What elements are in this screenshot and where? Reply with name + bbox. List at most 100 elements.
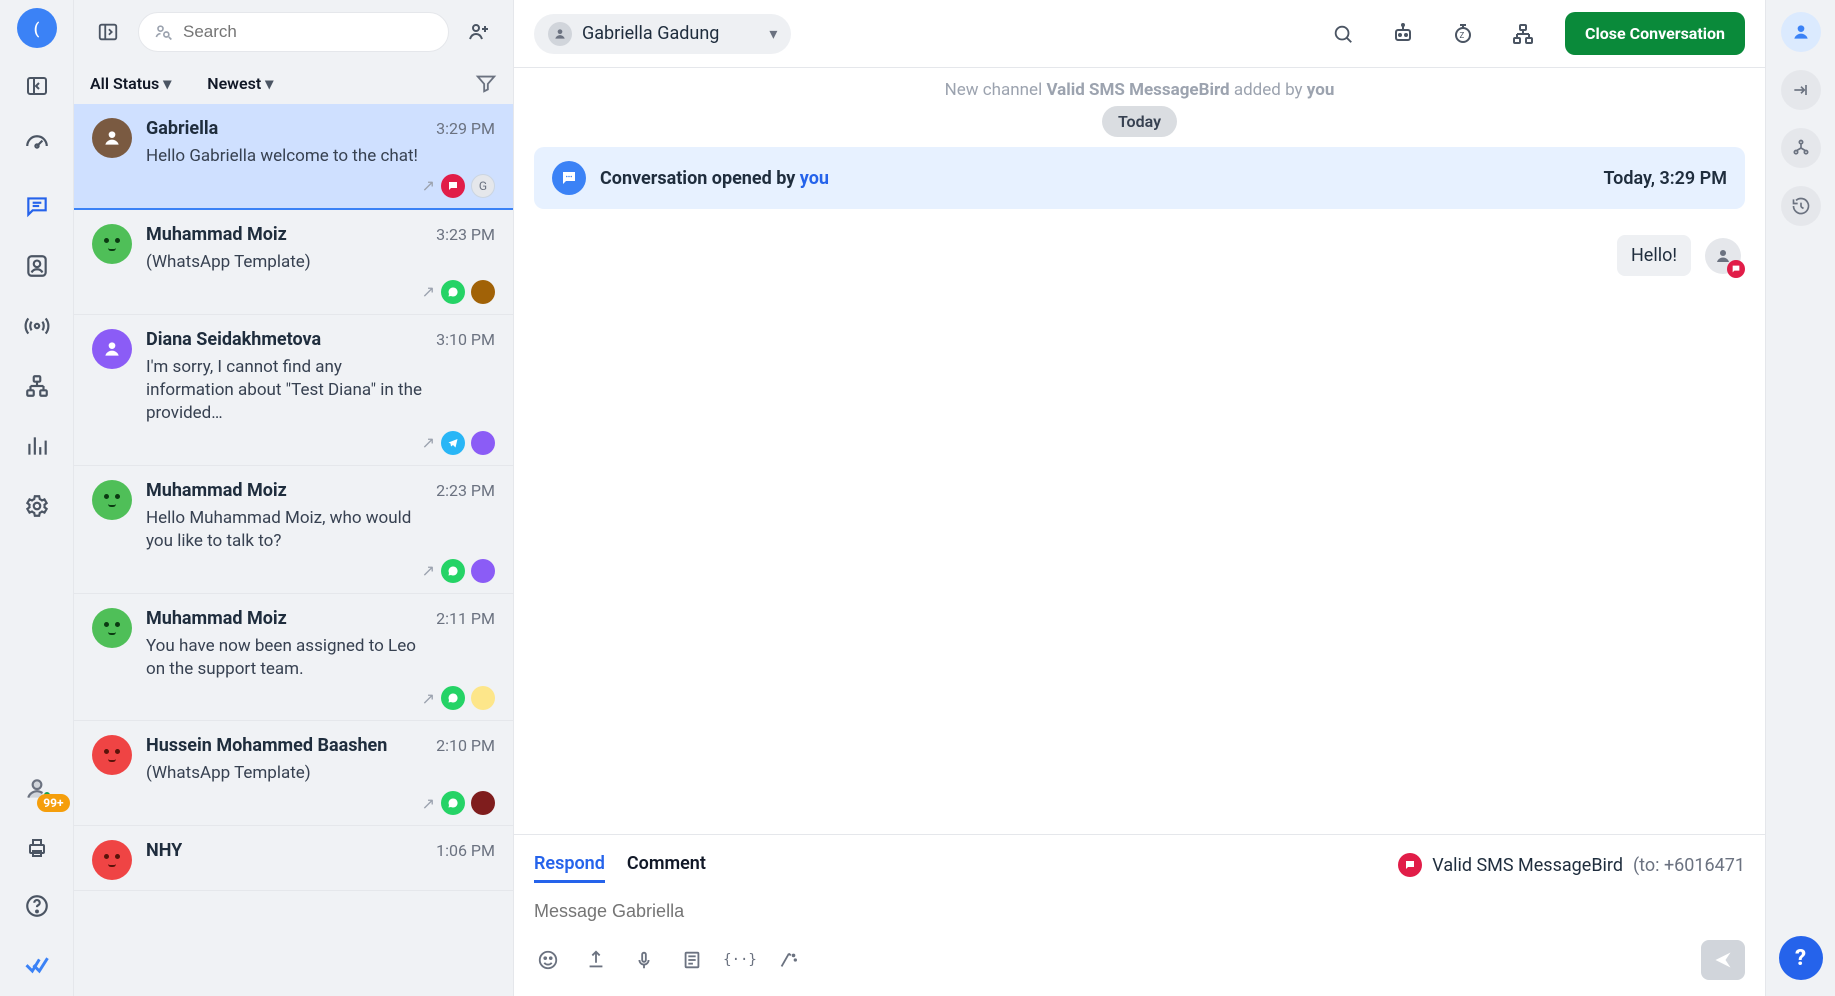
- contact-selector-label: Gabriella Gadung: [582, 23, 719, 44]
- conversation-time: 2:23 PM: [436, 481, 495, 500]
- banner-time: Today, 3:29 PM: [1603, 168, 1727, 189]
- conversation-item[interactable]: Diana Seidakhmetova 3:10 PM I'm sorry, I…: [74, 315, 513, 466]
- channel-whatsapp-icon: [441, 280, 465, 304]
- channel-chip[interactable]: Valid SMS MessageBird (to: +6016471: [1398, 853, 1745, 877]
- contact-info-button[interactable]: [1781, 12, 1821, 52]
- outbound-arrow-icon: ↗: [422, 561, 435, 580]
- send-button[interactable]: [1701, 940, 1745, 980]
- svg-text:Z: Z: [1460, 31, 1465, 40]
- contact-name: Hussein Mohammed Baashen: [146, 735, 387, 756]
- bot-button[interactable]: [1385, 16, 1421, 52]
- conversation-item[interactable]: Muhammad Moiz 2:11 PM You have now been …: [74, 594, 513, 722]
- attach-button[interactable]: [582, 946, 610, 974]
- broadcast-icon[interactable]: [15, 304, 59, 348]
- history-button[interactable]: [1781, 186, 1821, 226]
- close-conversation-button[interactable]: Close Conversation: [1565, 12, 1745, 55]
- filter-status-dropdown[interactable]: All Status ▾: [90, 74, 171, 93]
- workflow-icon[interactable]: [15, 364, 59, 408]
- channel-sms-icon: [441, 174, 465, 198]
- message-row: Hello!: [534, 235, 1741, 276]
- workflow-status-button[interactable]: [1781, 128, 1821, 168]
- contact-avatar: [92, 735, 132, 775]
- panel-toggle-icon[interactable]: [15, 64, 59, 108]
- contact-avatar: [92, 329, 132, 369]
- conversation-item[interactable]: Hussein Mohammed Baashen 2:10 PM (WhatsA…: [74, 721, 513, 826]
- channel-whatsapp-icon: [441, 559, 465, 583]
- agent-avatar: [471, 431, 495, 455]
- search-chat-button[interactable]: [1325, 16, 1361, 52]
- filter-icon[interactable]: [475, 72, 497, 94]
- channel-whatsapp-icon: [441, 791, 465, 815]
- agent-avatar: [471, 686, 495, 710]
- contacts-icon[interactable]: [15, 244, 59, 288]
- outbound-arrow-icon: ↗: [422, 689, 435, 708]
- voice-button[interactable]: [630, 946, 658, 974]
- search-input-wrapper[interactable]: [138, 12, 449, 52]
- snooze-button[interactable]: Z: [1445, 16, 1481, 52]
- collapse-list-button[interactable]: [90, 14, 126, 50]
- channel-sms-icon: [1398, 853, 1422, 877]
- channel-sms-icon: [1727, 260, 1745, 278]
- conversation-preview: (WhatsApp Template): [146, 762, 425, 785]
- conversation-time: 3:10 PM: [436, 330, 495, 349]
- conversation-opened-banner: Conversation opened by you Today, 3:29 P…: [534, 147, 1745, 209]
- day-divider: Today: [1102, 106, 1177, 137]
- agent-avatar: G: [471, 174, 495, 198]
- agent-status-icon[interactable]: 99+: [24, 776, 50, 802]
- conversation-time: 2:10 PM: [436, 736, 495, 755]
- channel-telegram-icon: [441, 431, 465, 455]
- workspace-avatar[interactable]: (: [17, 8, 57, 48]
- contact-avatar: [92, 480, 132, 520]
- contact-name: Muhammad Moiz: [146, 608, 287, 629]
- workspace-initial: (: [34, 19, 40, 38]
- outbound-arrow-icon: ↗: [422, 282, 435, 301]
- help-bubble-button[interactable]: ?: [1779, 936, 1823, 980]
- channel-whatsapp-icon: [441, 686, 465, 710]
- conversation-item[interactable]: NHY 1:06 PM: [74, 826, 513, 891]
- variable-button[interactable]: {··}: [726, 946, 754, 974]
- agent-avatar: [471, 559, 495, 583]
- contact-selector[interactable]: Gabriella Gadung ▾: [534, 14, 791, 54]
- settings-icon[interactable]: [15, 484, 59, 528]
- search-person-icon: [153, 22, 173, 42]
- contact-avatar: [92, 118, 132, 158]
- contact-name: Diana Seidakhmetova: [146, 329, 321, 350]
- snippets-button[interactable]: [678, 946, 706, 974]
- help-icon[interactable]: [15, 884, 59, 928]
- contact-avatar-small: [548, 22, 572, 46]
- outbound-arrow-icon: ↗: [422, 176, 435, 195]
- new-conversation-button[interactable]: [461, 14, 497, 50]
- contact-avatar: [92, 224, 132, 264]
- notification-badge: 99+: [37, 794, 69, 812]
- assign-button[interactable]: [1505, 16, 1541, 52]
- outbound-arrow-icon: ↗: [422, 433, 435, 452]
- chevron-down-icon: ▾: [769, 24, 777, 43]
- ai-button[interactable]: [774, 946, 802, 974]
- agent-avatar: [471, 791, 495, 815]
- system-message: New channel Valid SMS MessageBird added …: [534, 80, 1745, 100]
- conversation-preview: (WhatsApp Template): [146, 251, 425, 274]
- message-sender-avatar: [1705, 238, 1741, 274]
- messages-icon[interactable]: [15, 184, 59, 228]
- printer-icon[interactable]: [15, 826, 59, 870]
- conversation-item[interactable]: Gabriella 3:29 PM Hello Gabriella welcom…: [74, 104, 513, 210]
- emoji-button[interactable]: [534, 946, 562, 974]
- search-input[interactable]: [181, 21, 434, 43]
- filter-sort-dropdown[interactable]: Newest ▾: [207, 74, 273, 93]
- conversation-item[interactable]: Muhammad Moiz 3:23 PM (WhatsApp Template…: [74, 210, 513, 315]
- channel-to: (to: +6016471: [1633, 855, 1745, 876]
- conversation-item[interactable]: Muhammad Moiz 2:23 PM Hello Muhammad Moi…: [74, 466, 513, 594]
- shortcut-button[interactable]: [1781, 70, 1821, 110]
- message-input[interactable]: [534, 893, 1745, 930]
- conversation-time: 1:06 PM: [436, 841, 495, 860]
- channel-label: Valid SMS MessageBird: [1432, 855, 1623, 876]
- check-icon[interactable]: [15, 942, 59, 986]
- contact-name: Gabriella: [146, 118, 218, 139]
- conversation-preview: Hello Muhammad Moiz, who would you like …: [146, 507, 425, 553]
- tab-comment[interactable]: Comment: [627, 847, 706, 883]
- tab-respond[interactable]: Respond: [534, 847, 605, 883]
- left-rail: ( 99+: [0, 0, 74, 996]
- dashboard-icon[interactable]: [15, 124, 59, 168]
- reports-icon[interactable]: [15, 424, 59, 468]
- conversation-time: 2:11 PM: [436, 609, 495, 628]
